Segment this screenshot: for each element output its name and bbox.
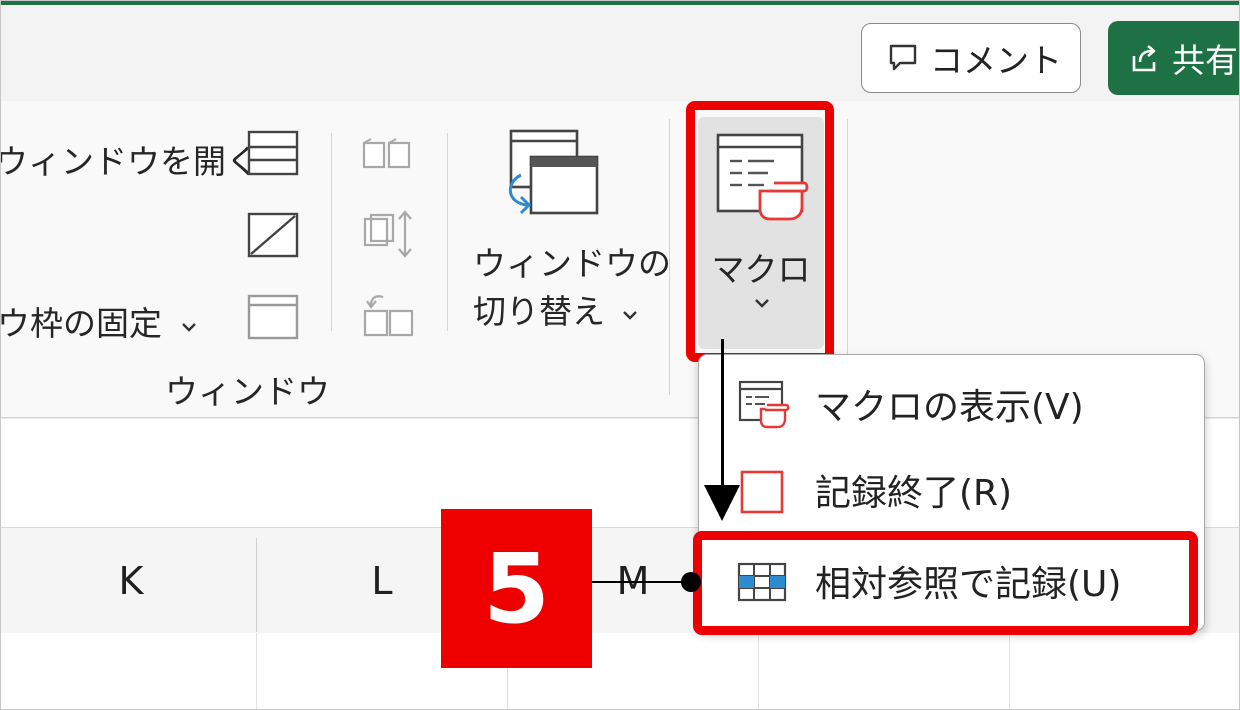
menu-item-label: 記録終了(R) — [815, 473, 1013, 514]
grid-line — [758, 633, 759, 709]
chevron-down-icon — [622, 311, 637, 320]
group-label-window: ウィンドウ — [165, 372, 330, 411]
step-callout-dot — [681, 572, 701, 592]
switch-windows-label-1: ウィンドウの — [473, 244, 671, 283]
title-bar: コメント 共有 — [1, 5, 1239, 101]
ribbon-separator — [331, 133, 332, 331]
split-window-icon[interactable] — [247, 129, 299, 177]
switch-windows-icon — [509, 129, 599, 215]
excel-window: コメント 共有 ウィンドウを開く ウ枠の固定 ウィンドウの 切り替え ウィンドウ… — [0, 0, 1240, 710]
step-number-badge: 5 — [441, 509, 592, 668]
stop-recording-icon — [740, 470, 784, 514]
grid-line — [256, 633, 257, 709]
chevron-down-icon — [181, 323, 196, 332]
share-button[interactable]: 共有 — [1108, 21, 1239, 95]
switch-windows-label-2: 切り替え — [473, 285, 640, 333]
freeze-panes-label: ウ枠の固定 — [0, 304, 162, 343]
hide-window-icon[interactable] — [247, 211, 299, 259]
switch-windows-label-2-text: 切り替え — [473, 292, 605, 331]
ribbon-separator — [669, 119, 670, 395]
ribbon-separator — [447, 133, 448, 331]
column-header-k[interactable]: K — [6, 528, 256, 634]
menu-item-label: マクロの表示(V) — [815, 387, 1084, 428]
step-callout-line — [592, 581, 692, 583]
view-side-by-side-icon[interactable] — [361, 137, 413, 173]
annotation-arrow-line — [721, 339, 724, 487]
share-button-label: 共有 — [1172, 41, 1238, 80]
new-window-button[interactable]: ウィンドウを開く — [1, 135, 259, 183]
grid-row[interactable] — [1, 633, 1239, 709]
comment-icon — [889, 44, 917, 71]
freeze-panes-button[interactable]: ウ枠の固定 — [0, 297, 199, 345]
menu-item-stop-recording[interactable]: 記録終了(R) — [699, 447, 1204, 533]
annotation-arrow-head — [704, 485, 740, 521]
macro-list-icon — [738, 380, 790, 429]
share-icon — [1132, 45, 1156, 72]
macros-highlight-box — [686, 101, 834, 362]
menu-item-view-macros[interactable]: マクロの表示(V) — [699, 361, 1204, 447]
synchronous-scrolling-icon[interactable] — [361, 207, 417, 261]
comment-button[interactable]: コメント — [861, 23, 1081, 93]
reset-window-position-icon[interactable] — [361, 291, 417, 341]
comment-button-label: コメント — [930, 41, 1062, 80]
unhide-window-icon[interactable] — [247, 293, 299, 341]
grid-line — [1009, 633, 1010, 709]
relative-reference-highlight-box — [693, 531, 1198, 635]
